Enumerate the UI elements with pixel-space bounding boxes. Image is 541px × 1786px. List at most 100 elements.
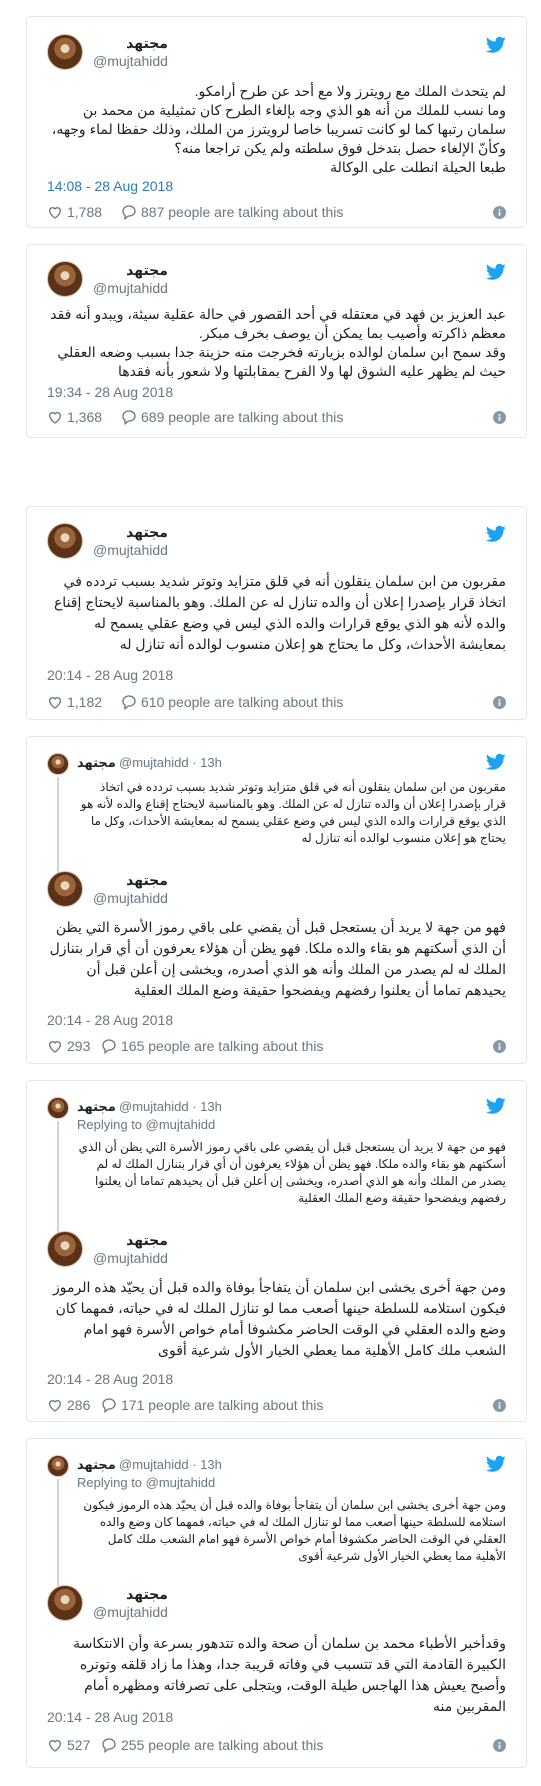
thread-line bbox=[57, 1479, 59, 1589]
reply-bubble-icon[interactable] bbox=[101, 1737, 117, 1753]
twitter-bird-icon[interactable] bbox=[486, 1097, 506, 1115]
talking-count[interactable]: 887 people are talking about this bbox=[141, 203, 343, 222]
thread-line bbox=[57, 777, 59, 877]
heart-icon[interactable] bbox=[47, 694, 63, 710]
author-name[interactable]: مجتهد bbox=[77, 755, 116, 771]
parent-tweet-text: فهو من جهة لا يريد أن يستعجل قبل أن يقضي… bbox=[78, 1140, 506, 1205]
tweet-timestamp[interactable]: 20:14 - 28 Aug 2018 bbox=[47, 1371, 173, 1387]
talking-count[interactable]: 610 people are talking about this bbox=[141, 693, 343, 712]
tweet-actions: 1,788 887 people are talking about this bbox=[47, 203, 506, 223]
parent-tweet[interactable]: مجتهد @mujtahidd · 13h Replying to @mujt… bbox=[47, 1097, 506, 1241]
author-name[interactable]: مجتهد bbox=[93, 1585, 168, 1603]
info-icon[interactable] bbox=[493, 696, 506, 709]
info-icon[interactable] bbox=[493, 1399, 506, 1412]
avatar[interactable] bbox=[47, 753, 69, 775]
heart-icon[interactable] bbox=[47, 1397, 63, 1413]
twitter-bird-icon[interactable] bbox=[486, 263, 506, 281]
avatar[interactable] bbox=[47, 34, 83, 70]
heart-icon[interactable] bbox=[47, 1038, 63, 1054]
like-count[interactable]: 286 bbox=[67, 1396, 90, 1415]
tweet-header: مجتهد @mujtahidd bbox=[47, 1585, 506, 1621]
talking-count[interactable]: 255 people are talking about this bbox=[121, 1736, 323, 1755]
parent-meta[interactable]: @mujtahidd · 13h bbox=[119, 1099, 222, 1114]
info-icon[interactable] bbox=[493, 206, 506, 219]
avatar[interactable] bbox=[47, 523, 83, 559]
replying-to[interactable]: Replying to @mujtahidd bbox=[77, 1475, 215, 1490]
tweet-text: فهو من جهة لا يريد أن يستعجل قبل أن يقضي… bbox=[49, 919, 506, 998]
info-icon[interactable] bbox=[493, 1040, 506, 1053]
avatar[interactable] bbox=[47, 1585, 83, 1621]
like-count[interactable]: 1,182 bbox=[67, 693, 102, 712]
like-count[interactable]: 527 bbox=[67, 1736, 90, 1755]
tweet-timestamp[interactable]: 20:14 - 28 Aug 2018 bbox=[47, 1012, 173, 1028]
parent-tweet-text: مقربون من ابن سلمان ينقلون أنه في قلق مت… bbox=[80, 780, 506, 845]
reply-bubble-icon[interactable] bbox=[101, 1038, 117, 1054]
avatar[interactable] bbox=[47, 1097, 69, 1119]
reply-bubble-icon[interactable] bbox=[121, 204, 137, 220]
like-count[interactable]: 1,368 bbox=[67, 408, 102, 427]
author-handle[interactable]: @mujtahidd bbox=[93, 541, 168, 559]
tweet-card: مجتهد @mujtahidd · 13h مقربون من ابن سلم… bbox=[26, 736, 527, 1064]
avatar[interactable] bbox=[47, 261, 83, 297]
tweet-card: مجتهد @mujtahidd عبد العزيز بن فهد في مع… bbox=[26, 244, 527, 438]
tweet-text: ومن جهة أخرى يخشى ابن سلمان أن يتفاجأ بو… bbox=[53, 1279, 506, 1358]
talking-count[interactable]: 165 people are talking about this bbox=[121, 1037, 323, 1056]
tweet-header: مجتهد @mujtahidd bbox=[47, 871, 506, 907]
author-name[interactable]: مجتهد bbox=[93, 261, 168, 279]
tweet-actions: 527 255 people are talking about this bbox=[47, 1736, 506, 1756]
info-icon[interactable] bbox=[493, 411, 506, 424]
talking-count[interactable]: 171 people are talking about this bbox=[121, 1396, 323, 1415]
tweet-header: مجتهد @mujtahidd bbox=[47, 34, 506, 70]
tweet-actions: 1,368 689 people are talking about this bbox=[47, 408, 506, 428]
author-handle[interactable]: @mujtahidd bbox=[93, 279, 168, 297]
tweet-text: عبد العزيز بن فهد في معتقله في أحد القصو… bbox=[50, 306, 506, 379]
twitter-bird-icon[interactable] bbox=[486, 1455, 506, 1473]
parent-tweet-text: ومن جهة أخرى يخشى ابن سلمان أن يتفاجأ بو… bbox=[83, 1498, 506, 1563]
author-handle[interactable]: @mujtahidd bbox=[93, 1249, 168, 1267]
like-count[interactable]: 1,788 bbox=[67, 203, 102, 222]
talking-count[interactable]: 689 people are talking about this bbox=[141, 408, 343, 427]
tweet-timestamp[interactable]: 20:14 - 28 Aug 2018 bbox=[47, 1709, 173, 1725]
heart-icon[interactable] bbox=[47, 409, 63, 425]
avatar[interactable] bbox=[47, 871, 83, 907]
reply-bubble-icon[interactable] bbox=[121, 694, 137, 710]
heart-icon[interactable] bbox=[47, 204, 63, 220]
parent-meta[interactable]: @mujtahidd · 13h bbox=[119, 1457, 222, 1472]
tweet-text: وقدأخبر الأطباء محمد بن سلمان أن صحة وال… bbox=[73, 1635, 506, 1714]
reply-bubble-icon[interactable] bbox=[101, 1397, 117, 1413]
author-name[interactable]: مجتهد bbox=[93, 871, 168, 889]
avatar[interactable] bbox=[47, 1231, 83, 1267]
parent-meta[interactable]: @mujtahidd · 13h bbox=[119, 755, 222, 770]
twitter-bird-icon[interactable] bbox=[486, 36, 506, 54]
author-handle[interactable]: @mujtahidd bbox=[93, 52, 168, 70]
tweet-header: مجتهد @mujtahidd bbox=[47, 1231, 506, 1267]
author-name[interactable]: مجتهد bbox=[93, 1231, 168, 1249]
tweet-timestamp[interactable]: 14:08 - 28 Aug 2018 bbox=[47, 178, 173, 194]
tweet-card: مجتهد @mujtahidd مقربون من ابن سلمان ينق… bbox=[26, 506, 527, 720]
heart-icon[interactable] bbox=[47, 1737, 63, 1753]
author-handle[interactable]: @mujtahidd bbox=[93, 1603, 168, 1621]
reply-bubble-icon[interactable] bbox=[121, 409, 137, 425]
tweet-card: مجتهد @mujtahidd · 13h Replying to @mujt… bbox=[26, 1438, 527, 1768]
author-name[interactable]: مجتهد bbox=[77, 1457, 116, 1473]
info-icon[interactable] bbox=[493, 1739, 506, 1752]
thread-line bbox=[57, 1121, 59, 1241]
avatar[interactable] bbox=[47, 1455, 69, 1477]
author-name[interactable]: مجتهد bbox=[93, 523, 168, 541]
parent-tweet[interactable]: مجتهد @mujtahidd · 13h Replying to @mujt… bbox=[47, 1455, 506, 1589]
twitter-bird-icon[interactable] bbox=[486, 753, 506, 771]
author-name[interactable]: مجتهد bbox=[77, 1099, 116, 1115]
author-name[interactable]: مجتهد bbox=[93, 34, 168, 52]
tweet-header: مجتهد @mujtahidd bbox=[47, 523, 506, 559]
tweet-text: مقربون من ابن سلمان ينقلون أنه في قلق مت… bbox=[53, 573, 506, 652]
replying-to[interactable]: Replying to @mujtahidd bbox=[77, 1117, 215, 1132]
tweet-timestamp[interactable]: 19:34 - 28 Aug 2018 bbox=[47, 384, 173, 400]
tweet-timestamp[interactable]: 20:14 - 28 Aug 2018 bbox=[47, 667, 173, 683]
tweet-card: مجتهد @mujtahidd · 13h Replying to @mujt… bbox=[26, 1080, 527, 1422]
tweet-header: مجتهد @mujtahidd bbox=[47, 261, 506, 297]
like-count[interactable]: 293 bbox=[67, 1037, 90, 1056]
parent-tweet[interactable]: مجتهد @mujtahidd · 13h مقربون من ابن سلم… bbox=[47, 753, 506, 877]
tweet-actions: 1,182 610 people are talking about this bbox=[47, 693, 506, 713]
author-handle[interactable]: @mujtahidd bbox=[93, 889, 168, 907]
twitter-bird-icon[interactable] bbox=[486, 525, 506, 543]
